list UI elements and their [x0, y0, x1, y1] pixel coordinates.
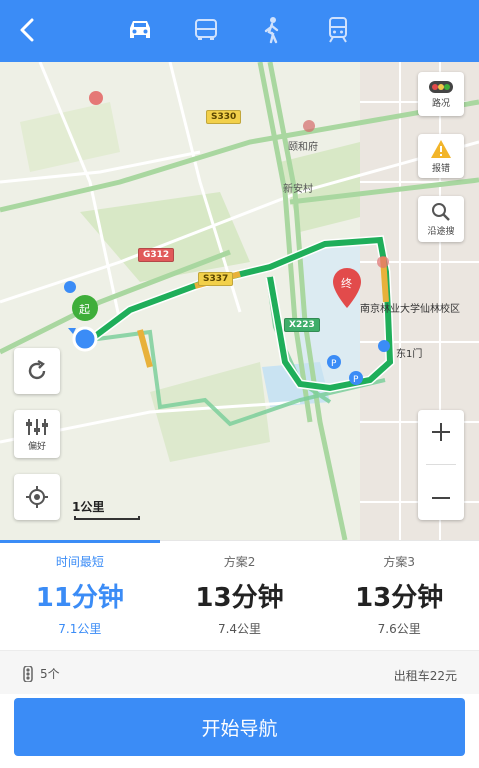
search-icon — [432, 202, 450, 221]
back-button[interactable] — [8, 10, 48, 50]
route-time: 11分钟 — [35, 583, 124, 613]
taxi-fare: 出租车22元 — [393, 669, 457, 683]
route-distance: 7.1公里 — [58, 622, 102, 636]
traffic-toggle-button[interactable]: 路况 — [418, 72, 464, 116]
svg-text:起: 起 — [79, 303, 90, 316]
route-time: 13分钟 — [195, 583, 284, 613]
route-option-3[interactable]: 方案3 13分钟 7.6公里 — [319, 541, 479, 650]
route-option-2[interactable]: 方案2 13分钟 7.4公里 — [160, 541, 320, 650]
warning-icon — [431, 139, 451, 158]
walk-icon — [264, 17, 279, 44]
start-marker-icon: 起 — [68, 295, 98, 352]
refresh-route-button[interactable] — [14, 348, 60, 394]
svg-text:终: 终 — [341, 276, 352, 290]
route-time: 13分钟 — [355, 583, 444, 613]
route-distance: 7.4公里 — [217, 622, 262, 636]
zoom-divider — [426, 464, 456, 466]
road-badge: S337 — [198, 272, 234, 286]
traffic-light-icon — [429, 80, 453, 93]
search-label: 沿途搜 — [427, 226, 455, 237]
route-option-1[interactable]: 时间最短 11分钟 7.1公里 — [0, 540, 160, 650]
route-distance: 7.6公里 — [377, 622, 421, 636]
start-navigation-button[interactable]: 开始导航 — [14, 698, 465, 756]
refresh-icon — [28, 359, 46, 380]
destination-label: 南京林业大学仙林校区 — [360, 304, 460, 315]
road-badge: G312 — [138, 248, 175, 262]
report-label: 报错 — [431, 163, 450, 174]
route-name: 方案2 — [223, 555, 256, 569]
zoom-control — [418, 410, 464, 520]
zoom-out-icon[interactable] — [430, 487, 452, 509]
route-name: 方案3 — [383, 555, 415, 569]
traffic-light-icon — [23, 665, 33, 682]
road-badge: X223 — [284, 318, 320, 332]
road-badge: S330 — [206, 110, 242, 124]
top-bar — [0, 0, 479, 62]
locate-me-button[interactable] — [14, 474, 60, 520]
traffic-lights-text: 5个 — [40, 667, 60, 681]
chevron-left-icon — [20, 18, 34, 42]
map-scale-bar — [74, 516, 140, 520]
map-scale-label: 1公里 — [72, 500, 105, 514]
traffic-label: 路况 — [431, 98, 450, 109]
svg-text:P: P — [353, 375, 359, 385]
transport-mode-tabs — [118, 10, 360, 50]
place-label: 新安村 — [283, 184, 313, 195]
report-error-button[interactable]: 报错 — [418, 134, 464, 178]
locate-icon — [26, 486, 48, 508]
zoom-in-icon[interactable] — [430, 421, 452, 443]
car-icon — [130, 21, 150, 38]
tab-car[interactable] — [118, 10, 162, 50]
bus-icon — [195, 19, 217, 40]
tab-bus[interactable] — [184, 10, 228, 50]
route-preference-button[interactable]: 偏好 — [14, 410, 60, 458]
map-view[interactable]: P P 终 起 南京林业大学仙林校区 东1门 颐和府 新安村 S330 G312… — [0, 62, 479, 540]
preference-label: 偏好 — [27, 441, 46, 452]
preference-sliders-icon — [26, 418, 48, 435]
train-icon — [329, 17, 347, 43]
gate-label: 东1门 — [396, 349, 423, 360]
search-along-route-button[interactable]: 沿途搜 — [418, 196, 464, 242]
tab-train[interactable] — [316, 10, 360, 50]
traffic-lights-count: 5个 — [22, 665, 60, 682]
destination-pin-icon[interactable]: 终 — [333, 268, 361, 308]
route-name: 时间最短 — [55, 555, 104, 569]
svg-text:P: P — [331, 359, 337, 369]
place-label: 颐和府 — [288, 142, 318, 153]
route-options: 时间最短 11分钟 7.1公里 方案2 13分钟 7.4公里 方案3 13分钟 … — [0, 540, 479, 650]
route-info-bar: 5个 出租车22元 — [0, 650, 479, 694]
tab-walk[interactable] — [250, 10, 294, 50]
